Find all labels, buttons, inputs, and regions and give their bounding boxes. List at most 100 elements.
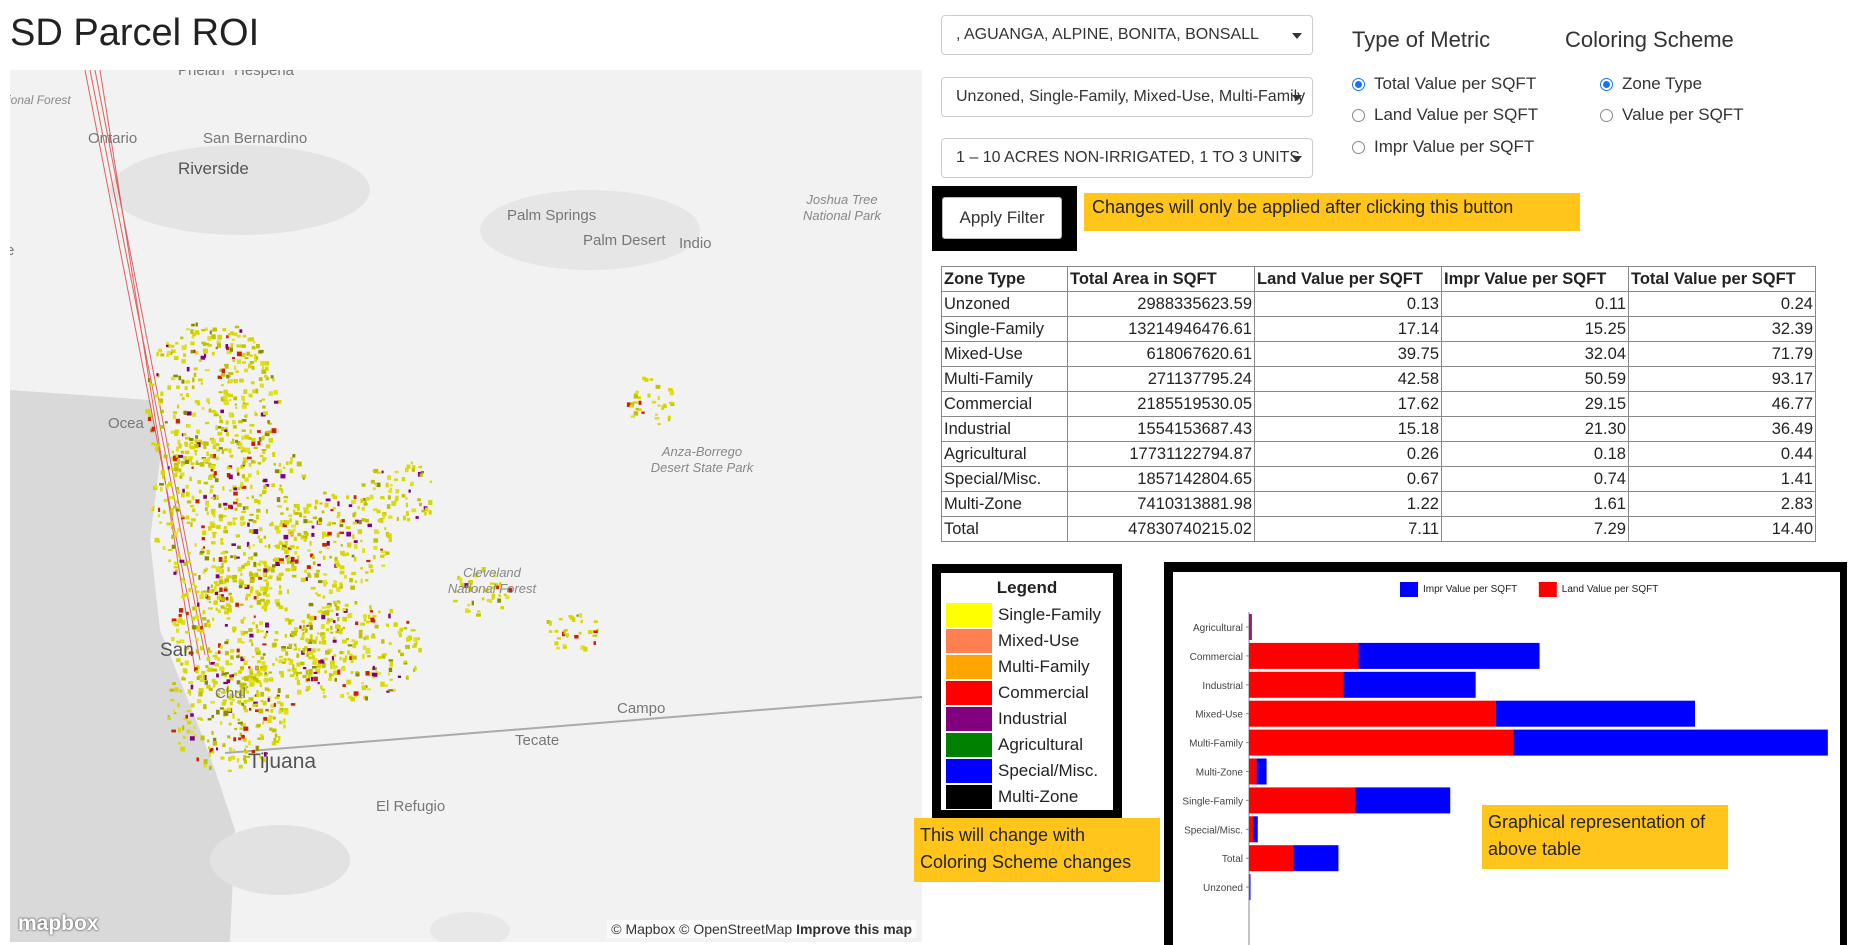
parcel-marker[interactable] bbox=[342, 607, 347, 612]
parcel-marker[interactable] bbox=[232, 519, 235, 524]
parcel-marker[interactable] bbox=[272, 378, 275, 382]
parcel-marker[interactable] bbox=[386, 623, 390, 627]
parcel-marker[interactable] bbox=[168, 343, 171, 349]
parcel-marker[interactable] bbox=[177, 527, 180, 532]
parcel-marker[interactable] bbox=[317, 563, 321, 567]
parcel-marker[interactable] bbox=[268, 671, 273, 674]
parcel-marker[interactable] bbox=[667, 415, 671, 420]
parcel-marker[interactable] bbox=[268, 391, 274, 396]
parcel-marker[interactable] bbox=[200, 718, 204, 721]
parcel-marker[interactable] bbox=[424, 511, 427, 516]
parcel-marker[interactable] bbox=[354, 544, 358, 549]
parcel-marker[interactable] bbox=[229, 454, 234, 458]
parcel-marker[interactable] bbox=[172, 473, 178, 478]
parcel-marker[interactable] bbox=[256, 508, 261, 513]
parcel-marker[interactable] bbox=[189, 476, 192, 482]
parcel-marker[interactable] bbox=[556, 646, 560, 650]
parcel-marker[interactable] bbox=[247, 337, 252, 342]
parcel-marker[interactable] bbox=[166, 443, 170, 446]
parcel-marker[interactable] bbox=[248, 529, 253, 533]
parcel-marker[interactable] bbox=[213, 471, 217, 476]
parcel-marker[interactable] bbox=[263, 669, 267, 672]
parcel-marker[interactable] bbox=[309, 624, 313, 630]
parcel-marker[interactable] bbox=[217, 334, 223, 340]
parcel-marker[interactable] bbox=[192, 573, 197, 576]
parcel-marker[interactable] bbox=[316, 664, 321, 669]
parcel-marker[interactable] bbox=[377, 519, 383, 523]
parcel-marker[interactable] bbox=[290, 703, 296, 706]
parcel-marker[interactable] bbox=[237, 638, 242, 643]
parcel-marker[interactable] bbox=[214, 478, 219, 483]
parcel-marker[interactable] bbox=[195, 350, 199, 355]
parcel-marker[interactable] bbox=[258, 708, 264, 714]
parcel-marker[interactable] bbox=[193, 725, 196, 729]
parcel-marker[interactable] bbox=[211, 714, 214, 719]
parcel-marker[interactable] bbox=[151, 508, 155, 512]
parcel-marker[interactable] bbox=[195, 460, 199, 465]
parcel-marker[interactable] bbox=[172, 621, 177, 626]
parcel-marker[interactable] bbox=[309, 615, 315, 621]
parcel-marker[interactable] bbox=[268, 678, 274, 681]
parcel-marker[interactable] bbox=[211, 523, 216, 528]
city-filter-select[interactable]: , AGUANGA, ALPINE, BONITA, BONSALL bbox=[941, 15, 1313, 55]
parcel-marker[interactable] bbox=[180, 463, 184, 467]
parcel-marker[interactable] bbox=[209, 488, 213, 494]
parcel-marker[interactable] bbox=[251, 495, 254, 499]
parcel-marker[interactable] bbox=[185, 491, 190, 497]
parcel-marker[interactable] bbox=[382, 514, 386, 520]
parcel-marker[interactable] bbox=[175, 342, 179, 345]
parcel-marker[interactable] bbox=[408, 489, 411, 493]
parcel-marker[interactable] bbox=[264, 687, 269, 691]
parcel-marker[interactable] bbox=[244, 368, 249, 373]
parcel-marker[interactable] bbox=[181, 593, 187, 597]
parcel-marker[interactable] bbox=[229, 607, 232, 613]
parcel-marker[interactable] bbox=[630, 415, 636, 418]
parcel-marker[interactable] bbox=[244, 584, 248, 588]
parcel-marker[interactable] bbox=[669, 390, 675, 396]
parcel-marker[interactable] bbox=[397, 649, 401, 653]
parcel-marker[interactable] bbox=[234, 403, 237, 406]
parcel-marker[interactable] bbox=[355, 621, 359, 626]
parcel-marker[interactable] bbox=[352, 534, 355, 539]
parcel-marker[interactable] bbox=[257, 562, 261, 566]
parcel-marker[interactable] bbox=[583, 646, 588, 652]
parcel-marker[interactable] bbox=[186, 424, 191, 428]
parcel-marker[interactable] bbox=[193, 372, 197, 377]
parcel-marker[interactable] bbox=[171, 534, 174, 539]
parcel-marker[interactable] bbox=[186, 729, 191, 734]
parcel-marker[interactable] bbox=[172, 494, 175, 500]
parcel-marker[interactable] bbox=[241, 429, 246, 432]
parcel-marker[interactable] bbox=[261, 398, 266, 401]
parcel-marker[interactable] bbox=[271, 564, 276, 568]
parcel-marker[interactable] bbox=[259, 621, 264, 626]
parcel-marker[interactable] bbox=[228, 722, 232, 726]
parcel-marker[interactable] bbox=[201, 407, 205, 410]
parcel-marker[interactable] bbox=[190, 713, 194, 717]
parcel-marker[interactable] bbox=[321, 606, 326, 609]
parcel-marker[interactable] bbox=[273, 638, 279, 642]
parcel-marker[interactable] bbox=[376, 482, 381, 488]
parcel-marker[interactable] bbox=[388, 537, 392, 543]
parcel-marker[interactable] bbox=[235, 556, 240, 559]
parcel-marker[interactable] bbox=[206, 398, 210, 403]
parcel-marker[interactable] bbox=[256, 660, 261, 664]
parcel-marker[interactable] bbox=[204, 622, 208, 628]
parcel-marker[interactable] bbox=[263, 586, 269, 592]
parcel-marker[interactable] bbox=[319, 517, 322, 522]
parcel-marker[interactable] bbox=[170, 507, 174, 513]
parcel-marker[interactable] bbox=[179, 475, 183, 479]
parcel-marker[interactable] bbox=[233, 491, 238, 496]
parcel-marker[interactable] bbox=[296, 653, 300, 658]
parcel-marker[interactable] bbox=[167, 466, 170, 470]
parcel-marker[interactable] bbox=[467, 603, 471, 607]
parcel-marker[interactable] bbox=[158, 507, 161, 512]
parcel-marker[interactable] bbox=[203, 458, 208, 463]
parcel-marker[interactable] bbox=[176, 500, 179, 504]
parcel-marker[interactable] bbox=[234, 727, 238, 731]
parcel-marker[interactable] bbox=[236, 503, 242, 507]
parcel-marker[interactable] bbox=[325, 498, 331, 502]
parcel-marker[interactable] bbox=[182, 580, 186, 584]
parcel-marker[interactable] bbox=[156, 373, 159, 377]
parcel-marker[interactable] bbox=[191, 466, 194, 469]
parcel-marker[interactable] bbox=[203, 353, 207, 358]
